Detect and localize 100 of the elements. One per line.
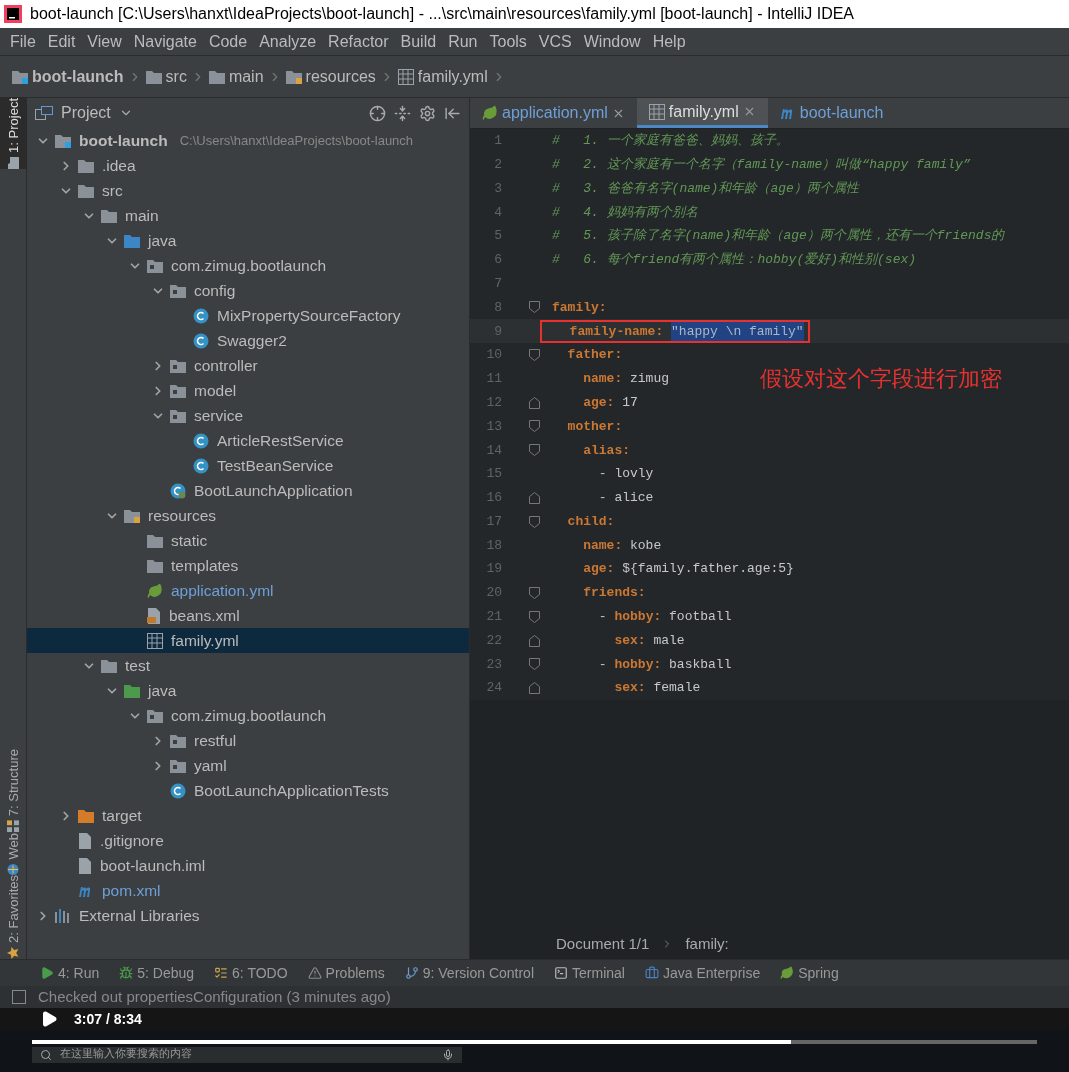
folder-icon [208, 69, 225, 84]
menu-item[interactable]: VCS [532, 29, 578, 54]
menu-item[interactable]: Help [646, 29, 692, 54]
fold-icon[interactable] [529, 658, 540, 671]
tool-button[interactable]: Spring [780, 962, 839, 984]
tree-item[interactable]: ArticleRestService [27, 428, 469, 453]
video-progress-fill[interactable] [32, 1039, 791, 1044]
tree-item[interactable]: resources [27, 503, 469, 528]
line-number: 18 [485, 536, 502, 555]
leaf-icon [147, 582, 163, 599]
tree-item[interactable]: family.yml [27, 628, 469, 653]
editor-tab[interactable]: application.yml [470, 98, 637, 128]
tree-item[interactable]: TestBeanService [27, 453, 469, 478]
menu-item[interactable]: Analyze [253, 29, 323, 54]
tree-item[interactable]: .gitignore [27, 828, 469, 853]
fold-icon[interactable] [529, 301, 540, 314]
tool-button[interactable]: Java Enterprise [644, 962, 761, 984]
fold-icon[interactable] [529, 515, 540, 528]
menu-item[interactable]: Code [202, 29, 254, 54]
menu-item[interactable]: View [81, 29, 128, 54]
tree-item-label: controller [194, 355, 258, 376]
tree-item[interactable]: .idea [27, 153, 469, 178]
menu-item[interactable]: Window [577, 29, 647, 54]
fold-icon[interactable] [529, 491, 540, 504]
breadcrumb[interactable]: family: [685, 932, 729, 956]
fold-icon[interactable] [529, 349, 540, 362]
tree-item[interactable]: MixPropertySourceFactory [27, 303, 469, 328]
breadcrumb[interactable]: resources [285, 64, 376, 89]
tree-item[interactable]: restful [27, 728, 469, 753]
settings-icon[interactable] [419, 104, 436, 122]
menu-item[interactable]: Run [442, 29, 484, 54]
tree-item-label: .idea [102, 155, 136, 176]
menu-item[interactable]: File [4, 29, 42, 54]
tree-item[interactable]: yaml [27, 753, 469, 778]
fold-icon[interactable] [529, 634, 540, 647]
tool-window-tab[interactable]: 7: Structure [0, 749, 27, 833]
breadcrumb[interactable]: family.yml [397, 64, 488, 89]
tool-window-tab[interactable]: 2: Favorites [0, 875, 27, 959]
tree-item[interactable]: test [27, 653, 469, 678]
editor-tab[interactable]: boot-launch [767, 98, 896, 128]
tree-item[interactable]: templates [27, 553, 469, 578]
tree-item[interactable]: java [27, 228, 469, 253]
menu-item[interactable]: Navigate [127, 29, 203, 54]
collapse-icon[interactable] [394, 104, 411, 122]
tree-item[interactable]: java [27, 678, 469, 703]
fold-icon[interactable] [529, 396, 540, 409]
tree-item[interactable]: pom.xml [27, 878, 469, 903]
tree-item[interactable]: controller [27, 353, 469, 378]
code-text: mother: [566, 417, 623, 436]
tree-item[interactable]: External Libraries [27, 903, 469, 928]
tool-window-tab[interactable]: Web [0, 832, 27, 876]
comment-text: # 1. 一个家庭有爸爸、妈妈、孩子。 [552, 132, 789, 151]
tool-button[interactable]: Problems [307, 962, 385, 984]
menu-item[interactable]: Tools [483, 29, 533, 54]
tree-item[interactable]: boot-launch.iml [27, 853, 469, 878]
tree-item[interactable]: main [27, 203, 469, 228]
tree-item[interactable]: application.yml [27, 578, 469, 603]
tool-button[interactable]: 4: Run [40, 962, 100, 984]
folder-icon [285, 69, 302, 84]
tool-window-tab[interactable]: 1: Project [0, 98, 27, 169]
menu-item[interactable]: Edit [41, 29, 82, 54]
locate-icon[interactable] [369, 104, 386, 122]
breadcrumb[interactable]: main [208, 64, 264, 89]
tool-button[interactable]: 6: TODO [214, 962, 288, 984]
fold-icon[interactable] [529, 420, 540, 433]
menu-item[interactable]: Refactor [322, 29, 395, 54]
fold-icon[interactable] [529, 444, 540, 457]
tree-item[interactable]: beans.xml [27, 603, 469, 628]
tree-item[interactable]: service [27, 403, 469, 428]
tool-button[interactable]: 5: Debug [119, 962, 195, 984]
menu-item[interactable]: Build [394, 29, 443, 54]
breadcrumb[interactable]: Document 1/1 [556, 932, 650, 956]
tree-item[interactable]: Swagger2 [27, 328, 469, 353]
tree-item[interactable]: com.zimug.bootlaunch [27, 253, 469, 278]
tree-item-label: model [194, 380, 237, 401]
tree-item[interactable]: static [27, 528, 469, 553]
tool-button[interactable]: Terminal [554, 962, 625, 984]
taskbar-search-field[interactable]: 在这里输入你要搜索的内容 [32, 1046, 462, 1063]
tree-item-label: restful [194, 730, 237, 751]
code-text: name: [582, 536, 624, 555]
tree-item[interactable]: BootLaunchApplication [27, 478, 469, 503]
tree-item[interactable]: boot-launch C:\Users\hanxt\IdeaProjects\boot-launch [27, 128, 469, 153]
tree-item[interactable]: target [27, 803, 469, 828]
play-icon[interactable] [40, 1010, 58, 1028]
line-number: 4 [493, 203, 502, 222]
panel-title[interactable]: Project [61, 101, 111, 125]
tree-item[interactable]: config [27, 278, 469, 303]
tool-button[interactable]: 9: Version Control [404, 962, 535, 984]
tree-item[interactable]: src [27, 178, 469, 203]
tree-item[interactable]: BootLaunchApplicationTests [27, 778, 469, 803]
tree-item[interactable]: com.zimug.bootlaunch [27, 703, 469, 728]
breadcrumb[interactable]: boot-launch [12, 64, 124, 89]
editor-tab[interactable]: family.yml [636, 98, 768, 128]
tree-item[interactable]: model [27, 378, 469, 403]
status-toggle-icon[interactable] [12, 990, 26, 1004]
fold-icon[interactable] [529, 587, 540, 600]
breadcrumb[interactable]: src [145, 64, 187, 89]
fold-icon[interactable] [529, 682, 540, 695]
code-text: baskball [669, 655, 732, 674]
fold-icon[interactable] [529, 610, 540, 623]
